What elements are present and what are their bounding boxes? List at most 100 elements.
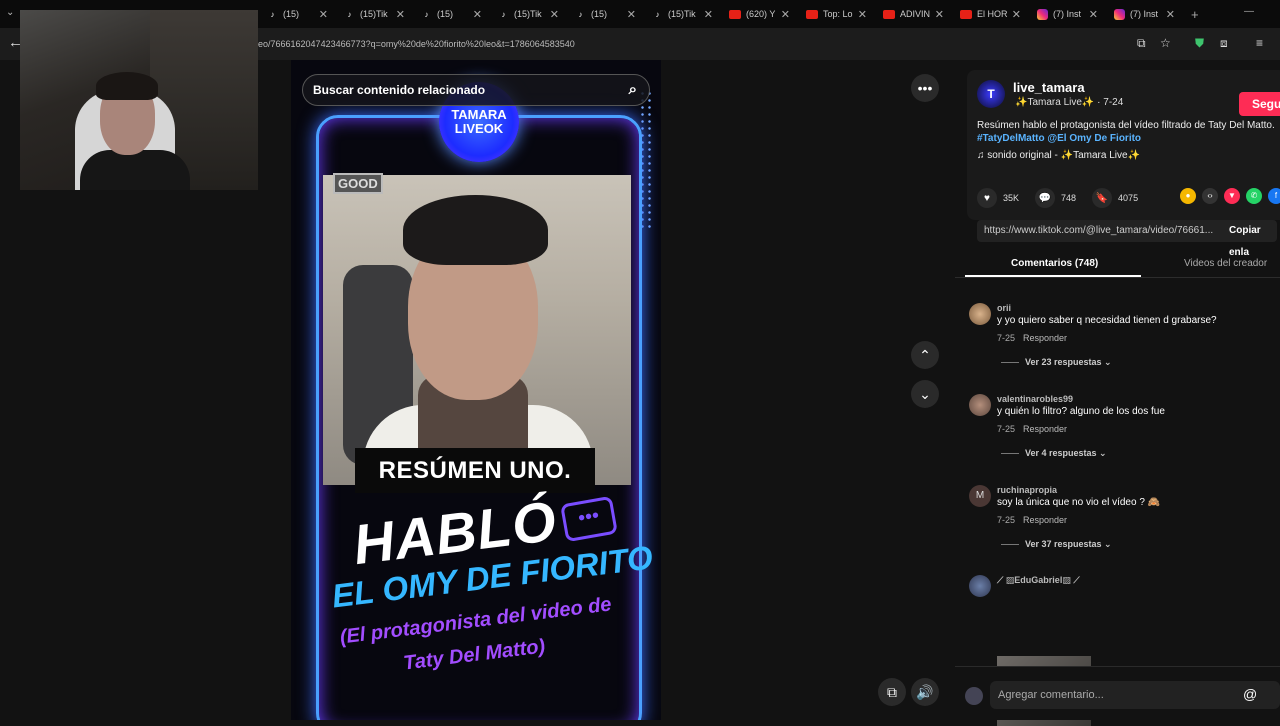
view-replies-button[interactable]: Ver 23 respuestas ⌄ bbox=[1001, 357, 1112, 368]
creator-avatar[interactable]: T bbox=[977, 80, 1005, 108]
add-comment-input[interactable]: Agregar comentario... bbox=[990, 681, 1280, 709]
comment-text: y quién lo filtro? alguno de los dos fue bbox=[997, 406, 1165, 417]
more-dots-icon: ••• bbox=[917, 80, 933, 96]
instagram-icon bbox=[1037, 8, 1048, 20]
floating-player-button[interactable]: ⧉ bbox=[878, 678, 906, 706]
browser-tab[interactable]: ♪ (15) ✕ bbox=[259, 0, 336, 28]
engagement-stats: ♥ 35K 💬 748 🔖 4075 bbox=[977, 188, 1154, 208]
browser-tab[interactable]: (620) Y ✕ bbox=[721, 0, 798, 28]
save-button[interactable]: 🔖 4075 bbox=[1092, 188, 1138, 208]
comment-username[interactable]: ruchinapropia bbox=[997, 485, 1057, 495]
reply-button[interactable]: Responder bbox=[1023, 515, 1067, 525]
close-icon[interactable]: ✕ bbox=[473, 8, 482, 21]
close-icon[interactable]: ✕ bbox=[550, 8, 559, 21]
comment-text: y yo quiero saber q necesidad tienen d g… bbox=[997, 315, 1217, 326]
comment-avatar[interactable] bbox=[969, 303, 991, 325]
browser-tab[interactable]: ADIVIN ✕ bbox=[875, 0, 952, 28]
tab-title: (15)Tik bbox=[668, 9, 696, 19]
tab-list-chevron-icon[interactable]: ⌄ bbox=[6, 7, 14, 18]
photo-sign: GOOD bbox=[333, 173, 383, 194]
view-replies-button[interactable]: Ver 37 respuestas ⌄ bbox=[1001, 539, 1112, 550]
embed-icon[interactable]: ‹› bbox=[1202, 188, 1218, 204]
plus-icon: + bbox=[1191, 6, 1199, 22]
next-video-button[interactable]: ⌄ bbox=[911, 380, 939, 408]
music-note-icon: ♫ bbox=[977, 150, 985, 161]
bookmark-star-icon[interactable]: ☆ bbox=[1160, 36, 1171, 50]
browser-tab[interactable]: Top: Lo ✕ bbox=[798, 0, 875, 28]
like-button[interactable]: ♥ 35K bbox=[977, 188, 1019, 208]
related-search-input[interactable]: Buscar contenido relacionado ⌕ bbox=[302, 74, 650, 106]
close-icon[interactable]: ✕ bbox=[781, 8, 790, 21]
comment-avatar[interactable] bbox=[969, 394, 991, 416]
post-description: Resúmen hablo el protagonista del vídeo … bbox=[977, 119, 1277, 145]
previous-video-button[interactable]: ⌃ bbox=[911, 341, 939, 369]
creator-username[interactable]: live_tamara bbox=[1013, 80, 1085, 95]
reply-button[interactable]: Responder bbox=[1023, 333, 1067, 343]
tab-title: (620) Y bbox=[746, 9, 776, 19]
send-icon[interactable]: ▼ bbox=[1224, 188, 1240, 204]
comment-button[interactable]: 💬 748 bbox=[1035, 188, 1076, 208]
heart-icon: ♥ bbox=[977, 188, 997, 208]
like-count: 35K bbox=[1003, 193, 1020, 203]
whatsapp-icon[interactable]: ✆ bbox=[1246, 188, 1262, 204]
mention-at-icon[interactable]: @ bbox=[1243, 686, 1257, 702]
browser-tab[interactable]: ♪ (15) ✕ bbox=[567, 0, 644, 28]
youtube-icon bbox=[729, 9, 741, 19]
webcam-person-body bbox=[80, 150, 190, 190]
reply-button[interactable]: Responder bbox=[1023, 424, 1067, 434]
close-icon[interactable]: ✕ bbox=[935, 8, 944, 21]
install-app-icon[interactable]: ⧉ bbox=[1137, 36, 1146, 51]
browser-tab[interactable]: ♪ (15)Tik ✕ bbox=[336, 0, 413, 28]
tab-title: (15)Tik bbox=[514, 9, 542, 19]
close-icon[interactable]: ✕ bbox=[858, 8, 867, 21]
tiktok-icon: ♪ bbox=[501, 9, 506, 19]
description-tags[interactable]: #TatyDelMatto @El Omy De Fiorito bbox=[977, 133, 1141, 144]
close-icon[interactable]: ✕ bbox=[1089, 8, 1098, 21]
tiktok-icon: ♪ bbox=[347, 9, 352, 19]
browser-tab[interactable]: ♪ (15)Tik ✕ bbox=[490, 0, 567, 28]
minimize-icon[interactable]: — bbox=[1244, 6, 1254, 17]
video-player[interactable]: GOOD TAMARA LIVEOK Buscar contenido rela… bbox=[291, 60, 661, 720]
extensions-puzzle-icon[interactable]: ⧈ bbox=[1220, 36, 1228, 51]
close-icon[interactable]: ✕ bbox=[319, 8, 328, 21]
chevron-down-icon: ⌄ bbox=[919, 385, 931, 402]
close-icon[interactable]: ✕ bbox=[627, 8, 636, 21]
close-icon[interactable]: ✕ bbox=[1166, 8, 1175, 21]
browser-tab[interactable]: (7) Inst ✕ bbox=[1106, 0, 1183, 28]
comment-avatar[interactable]: M bbox=[969, 485, 991, 507]
comment-username[interactable]: valentinarobles99 bbox=[997, 394, 1073, 404]
follow-button[interactable]: Segu bbox=[1239, 92, 1280, 116]
video-photo bbox=[323, 175, 631, 485]
browser-tab[interactable]: ♪ (15) ✕ bbox=[413, 0, 490, 28]
browser-tab[interactable]: (7) Inst ✕ bbox=[1029, 0, 1106, 28]
browser-tab[interactable]: El HOR ✕ bbox=[952, 0, 1029, 28]
facebook-icon[interactable]: f bbox=[1268, 188, 1280, 204]
tab-comments[interactable]: Comentarios (748) bbox=[1011, 258, 1098, 269]
shield-extension-icon[interactable]: ⛊ bbox=[1195, 36, 1204, 51]
browser-tab[interactable]: ♪ (15)Tik ✕ bbox=[644, 0, 721, 28]
close-icon[interactable]: ✕ bbox=[1012, 8, 1021, 21]
volume-button[interactable]: 🔊 bbox=[911, 678, 939, 706]
menu-icon[interactable]: ≡ bbox=[1256, 36, 1263, 50]
comment-avatar[interactable] bbox=[969, 575, 991, 597]
tiktok-icon: ♪ bbox=[424, 9, 429, 19]
comment-icon: 💬 bbox=[1035, 188, 1056, 208]
more-options-button[interactable]: ••• bbox=[911, 74, 939, 102]
comment-username[interactable]: ⟋ ▨EduGabriel▨ ⟋ bbox=[997, 575, 1080, 586]
tab-title: Top: Lo bbox=[823, 9, 853, 19]
search-icon[interactable]: ⌕ bbox=[629, 81, 637, 98]
comment-username[interactable]: orii bbox=[997, 303, 1011, 313]
tab-creator-videos[interactable]: Videos del creador bbox=[1184, 258, 1267, 269]
tab-title: (15) bbox=[437, 9, 454, 19]
tab-title: (15) bbox=[591, 9, 608, 19]
sound-link[interactable]: ♫ sonido original - ✨Tamara Live✨ bbox=[977, 150, 1140, 161]
close-icon[interactable]: ✕ bbox=[396, 8, 405, 21]
close-icon[interactable]: ✕ bbox=[704, 8, 713, 21]
coin-icon[interactable]: ● bbox=[1180, 188, 1196, 204]
bookmark-icon: 🔖 bbox=[1092, 188, 1113, 208]
view-replies-button[interactable]: Ver 4 respuestas ⌄ bbox=[1001, 448, 1107, 459]
url-text[interactable]: eo/7666162047423466773?q=omy%20de%20fior… bbox=[258, 39, 575, 49]
post-date: 7-24 bbox=[1103, 97, 1124, 108]
youtube-icon bbox=[806, 9, 818, 19]
new-tab-button[interactable]: + bbox=[1183, 0, 1213, 28]
